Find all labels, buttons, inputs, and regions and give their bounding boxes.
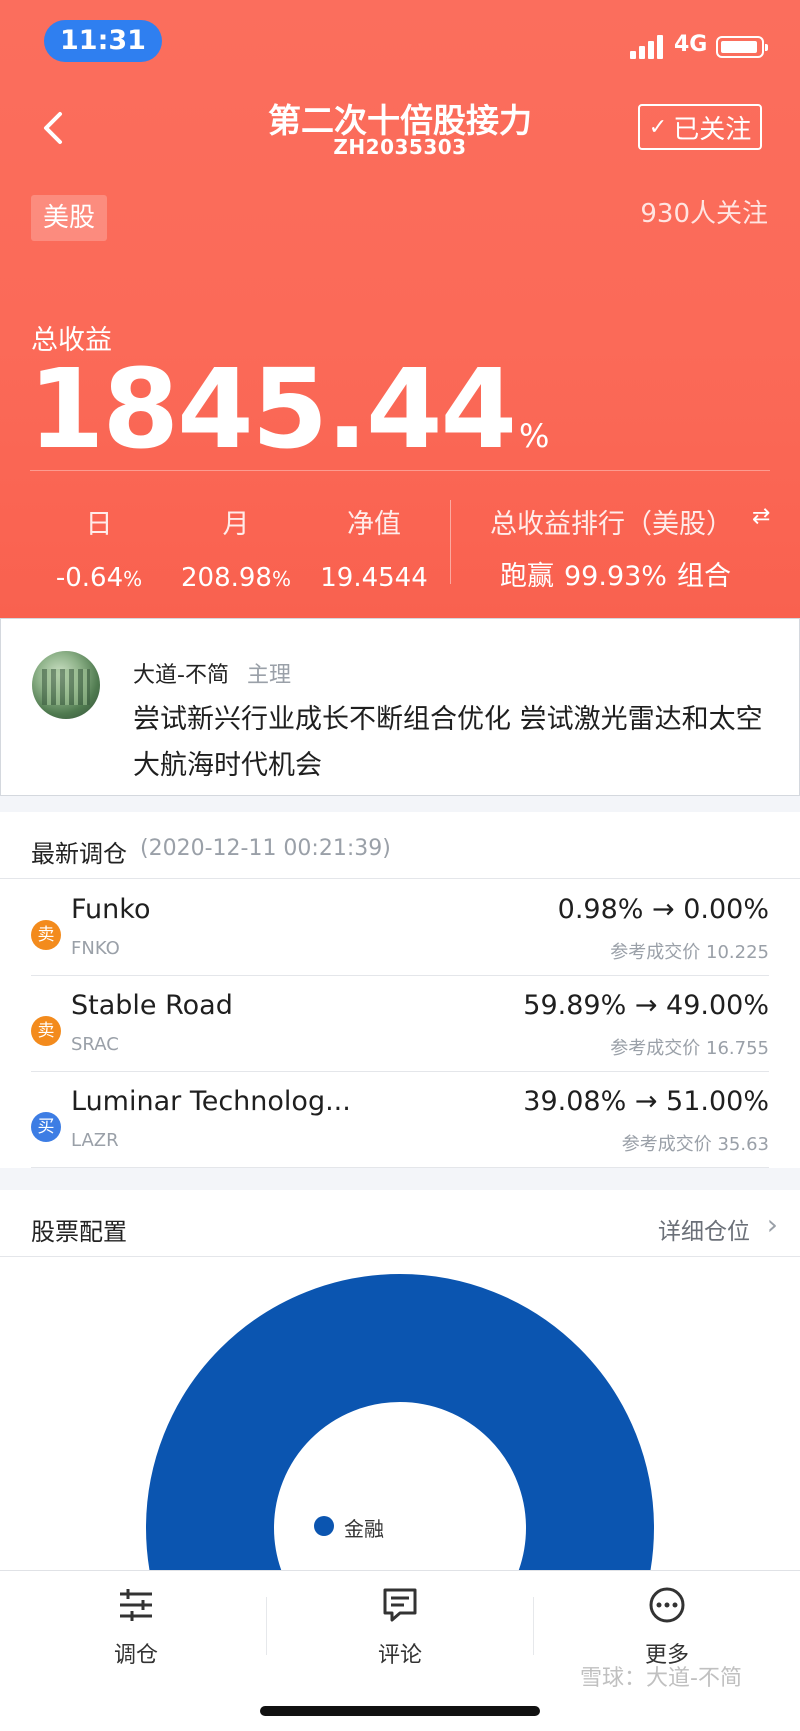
trade-row[interactable]: 卖 Stable Road SRAC 59.89% → 49.00% 参考成交价…	[31, 976, 769, 1072]
tab-rebalance[interactable]: 调仓	[3, 1571, 269, 1691]
signal-icon	[630, 35, 668, 59]
weight-change: 59.89% → 49.00%	[523, 990, 769, 1021]
divider	[0, 878, 800, 879]
legend-label: 金融	[344, 1517, 384, 1541]
home-indicator	[260, 1706, 540, 1716]
battery-icon	[716, 36, 768, 58]
tab-label: 调仓	[113, 1643, 158, 1668]
stats-divider	[450, 500, 451, 584]
comment-icon	[383, 1588, 417, 1622]
stock-name: Luminar Technolog...	[71, 1086, 351, 1117]
chevron-right-icon[interactable]: ›	[767, 1208, 778, 1241]
tab-comments[interactable]: 评论	[267, 1571, 533, 1691]
status-bar: 11:31 4G	[0, 0, 800, 80]
weight-change: 0.98% → 0.00%	[557, 894, 769, 925]
sell-badge: 卖	[31, 1016, 61, 1046]
sliders-icon	[120, 1589, 152, 1621]
more-icon	[649, 1587, 685, 1623]
total-return-value: 1845.44%	[28, 345, 550, 473]
network-label: 4G	[674, 32, 708, 57]
latest-rebalance-section[interactable]: 最新调仓 (2020-12-11 00:21:39) 卖 Funko FNKO …	[0, 812, 800, 1168]
follow-button[interactable]: ✓ 已关注	[638, 104, 762, 150]
rebalance-date: (2020-12-11 00:21:39)	[140, 836, 391, 861]
reference-price: 参考成交价 35.63	[621, 1134, 769, 1155]
portfolio-description: 尝试新兴行业成长不断组合优化 尝试激光雷达和太空大航海时代机会	[133, 704, 763, 781]
allocation-section: 股票配置 详细仓位 › 金融	[0, 1190, 800, 1570]
stock-name: Stable Road	[71, 990, 233, 1021]
stock-name: Funko	[71, 894, 151, 925]
reference-price: 参考成交价 16.755	[610, 1038, 769, 1059]
manager-role: 主理	[247, 663, 292, 688]
follow-label: 已关注	[673, 114, 752, 145]
rebalance-title: 最新调仓	[31, 840, 127, 868]
follower-count: 930人关注	[640, 199, 768, 229]
stock-code: SRAC	[71, 1034, 119, 1055]
sell-badge: 卖	[31, 920, 61, 950]
manager-card[interactable]: 大道-不简 主理 尝试新兴行业成长不断组合优化 尝试激光雷达和太空大航海时代机会	[0, 618, 800, 796]
detail-positions-link[interactable]: 详细仓位	[658, 1212, 750, 1246]
donut-segment-finance	[146, 1274, 654, 1570]
market-tag: 美股	[31, 195, 107, 241]
stat-daily: 日 -0.64%	[55, 509, 143, 593]
avatar[interactable]	[32, 651, 100, 719]
divider	[0, 1256, 800, 1257]
watermark: 雪球：大道-不简	[580, 1666, 742, 1691]
stat-nav: 净值 19.4544	[320, 509, 428, 593]
allocation-donut[interactable]	[146, 1274, 654, 1570]
tab-label: 评论	[377, 1643, 422, 1668]
weight-change: 39.08% → 51.00%	[523, 1086, 769, 1117]
status-time: 11:31	[44, 20, 162, 62]
legend-dot	[314, 1516, 334, 1536]
check-icon: ✓	[648, 114, 668, 140]
manager-name[interactable]: 大道-不简	[133, 657, 229, 689]
stock-code: FNKO	[71, 938, 120, 959]
portfolio-header: 11:31 4G 第二次十倍股接力 ZH2035303 ✓ 已关注 美股 930…	[0, 0, 800, 618]
stock-code: LAZR	[71, 1130, 119, 1151]
reference-price: 参考成交价 10.225	[610, 942, 769, 963]
swap-icon[interactable]: ⇄	[752, 504, 770, 529]
stat-monthly: 月 208.98%	[181, 509, 291, 593]
header-divider	[30, 470, 770, 471]
trade-row[interactable]: 卖 Funko FNKO 0.98% → 0.00% 参考成交价 10.225	[31, 880, 769, 976]
allocation-title: 股票配置	[31, 1218, 127, 1246]
trade-row[interactable]: 买 Luminar Technolog... LAZR 39.08% → 51.…	[31, 1072, 769, 1168]
rank-label[interactable]: 总收益排行（美股）	[490, 502, 733, 541]
buy-badge: 买	[31, 1112, 61, 1142]
rank-line: 跑赢 99.93% 组合	[500, 561, 731, 592]
